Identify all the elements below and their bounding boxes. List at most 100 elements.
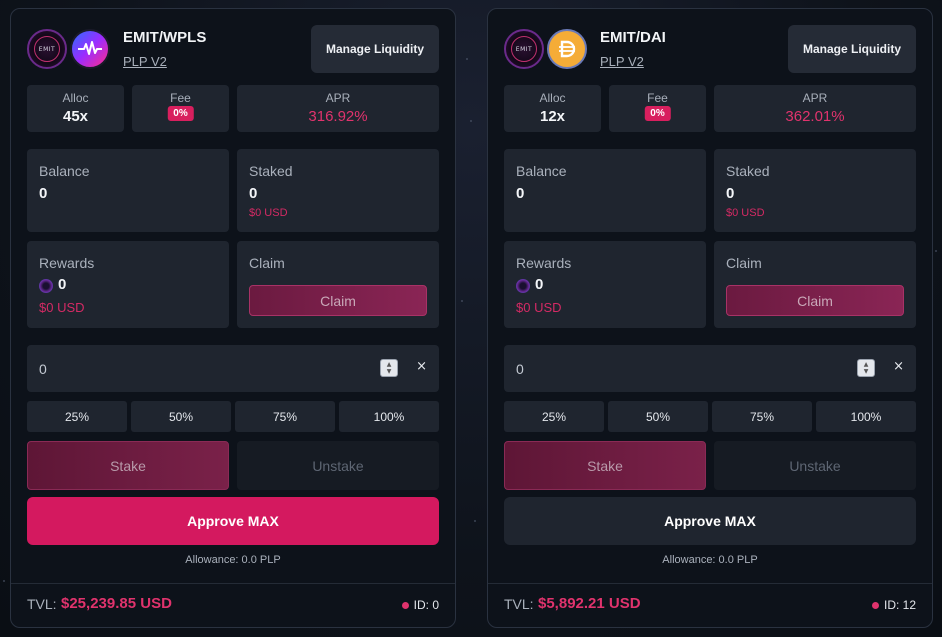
balance-panel: Balance 0 (504, 149, 706, 232)
tvl-label: TVL: (504, 596, 534, 612)
fee-badge: 0% (167, 106, 194, 121)
spinner-up-icon[interactable]: ▲ (387, 361, 392, 368)
card-footer: TVL: $25,239.85 USD ID: 0 (11, 583, 455, 627)
spinner-up-icon[interactable]: ▲ (864, 361, 869, 368)
percent-75-button[interactable]: 75% (712, 401, 812, 432)
percent-50-button[interactable]: 50% (131, 401, 231, 432)
pulsechain-icon (70, 29, 110, 69)
apr-stat: APR 362.01% (714, 85, 916, 132)
tvl-label: TVL: (27, 596, 57, 612)
amount-input[interactable] (39, 345, 359, 392)
number-spinner[interactable]: ▲ ▼ (380, 359, 398, 377)
apr-label: APR (802, 91, 828, 105)
amount-input[interactable] (516, 345, 836, 392)
unstake-button[interactable]: Unstake (237, 441, 439, 490)
rewards-value: 0 (58, 276, 67, 293)
emit-icon: EMIT (504, 29, 544, 69)
amount-input-row: ▲▼ × (504, 345, 916, 392)
fee-label: Fee (170, 91, 191, 105)
pair-name: EMIT/WPLS (123, 29, 207, 46)
rewards-usd: $0 USD (516, 300, 562, 315)
unstake-button[interactable]: Unstake (714, 441, 916, 490)
approve-max-button[interactable]: Approve MAX (27, 497, 439, 545)
balance-value: 0 (39, 185, 48, 202)
percent-25-button[interactable]: 25% (27, 401, 127, 432)
percent-50-button[interactable]: 50% (608, 401, 708, 432)
claim-panel: Claim Claim (714, 241, 916, 328)
pool-type-link[interactable]: PLP V2 (123, 54, 167, 69)
staked-usd: $0 USD (249, 207, 288, 219)
apr-stat: APR 316.92% (237, 85, 439, 132)
staked-panel: Staked 0 $0 USD (237, 149, 439, 232)
card-header: EMIT EMIT/DAI PLP V2 Manage Liquidity (504, 25, 916, 85)
claim-button[interactable]: Claim (249, 285, 427, 316)
clear-icon[interactable]: × (416, 359, 427, 374)
rewards-label: Rewards (39, 255, 95, 271)
alloc-value: 45x (62, 108, 89, 125)
rewards-panel: Rewards 0 $0 USD (504, 241, 706, 328)
staked-label: Staked (726, 163, 770, 179)
status-dot-icon (871, 601, 879, 609)
pair-name: EMIT/DAI (600, 29, 666, 46)
tvl-value: $5,892.21 USD (538, 595, 641, 612)
apr-value: 362.01% (785, 108, 845, 125)
rewards-panel: Rewards 0 $0 USD (27, 241, 229, 328)
claim-title: Claim (249, 255, 285, 271)
emit-icon: EMIT (27, 29, 67, 69)
alloc-value: 12x (539, 108, 566, 125)
claim-title: Claim (726, 255, 762, 271)
emit-token-icon (39, 279, 53, 293)
percent-75-button[interactable]: 75% (235, 401, 335, 432)
fee-stat: Fee 0% (132, 85, 229, 132)
dai-symbol-icon (559, 40, 576, 58)
balance-label: Balance (516, 163, 567, 179)
spinner-down-icon[interactable]: ▼ (387, 368, 392, 375)
manage-liquidity-button[interactable]: Manage Liquidity (788, 25, 916, 73)
tvl-value: $25,239.85 USD (61, 595, 172, 612)
spinner-down-icon[interactable]: ▼ (864, 368, 869, 375)
amount-input-row: ▲▼ × (27, 345, 439, 392)
rewards-value: 0 (535, 276, 544, 293)
pool-id-text: ID: 12 (883, 598, 916, 612)
star (935, 250, 937, 252)
staked-label: Staked (249, 163, 293, 179)
allowance-text: Allowance: 0.0 PLP (662, 554, 758, 566)
star (3, 580, 5, 582)
stake-button[interactable]: Stake (27, 441, 229, 490)
percent-100-button[interactable]: 100% (339, 401, 439, 432)
staked-panel: Staked 0 $0 USD (714, 149, 916, 232)
approve-max-button[interactable]: Approve MAX (504, 497, 916, 545)
stake-button[interactable]: Stake (504, 441, 706, 490)
allowance-text: Allowance: 0.0 PLP (185, 554, 281, 566)
emit-token-icon (516, 279, 530, 293)
percent-100-button[interactable]: 100% (816, 401, 916, 432)
manage-liquidity-button[interactable]: Manage Liquidity (311, 25, 439, 73)
status-dot-icon (401, 601, 409, 609)
balance-panel: Balance 0 (27, 149, 229, 232)
apr-value: 316.92% (308, 108, 368, 125)
percent-25-button[interactable]: 25% (504, 401, 604, 432)
pool-id-text: ID: 0 (413, 598, 439, 612)
claim-panel: Claim Claim (237, 241, 439, 328)
rewards-usd: $0 USD (39, 300, 85, 315)
star (461, 300, 463, 302)
clear-icon[interactable]: × (893, 359, 904, 374)
card-footer: TVL: $5,892.21 USD ID: 12 (488, 583, 932, 627)
fee-stat: Fee 0% (609, 85, 706, 132)
balance-value: 0 (516, 185, 525, 202)
alloc-stat: Alloc 12x (504, 85, 601, 132)
alloc-label: Alloc (62, 91, 89, 105)
alloc-label: Alloc (539, 91, 566, 105)
claim-button[interactable]: Claim (726, 285, 904, 316)
pool-id: ID: 0 (401, 598, 439, 612)
fee-badge: 0% (644, 106, 671, 121)
farm-card-emit-dai: EMIT EMIT/DAI PLP V2 Manage Liquidity Al… (487, 8, 933, 628)
balance-label: Balance (39, 163, 90, 179)
staked-value: 0 (726, 185, 735, 202)
pool-id: ID: 12 (871, 598, 916, 612)
star (466, 58, 468, 60)
number-spinner[interactable]: ▲ ▼ (857, 359, 875, 377)
pool-type-link[interactable]: PLP V2 (600, 54, 644, 69)
star (474, 520, 476, 522)
fee-label: Fee (647, 91, 668, 105)
